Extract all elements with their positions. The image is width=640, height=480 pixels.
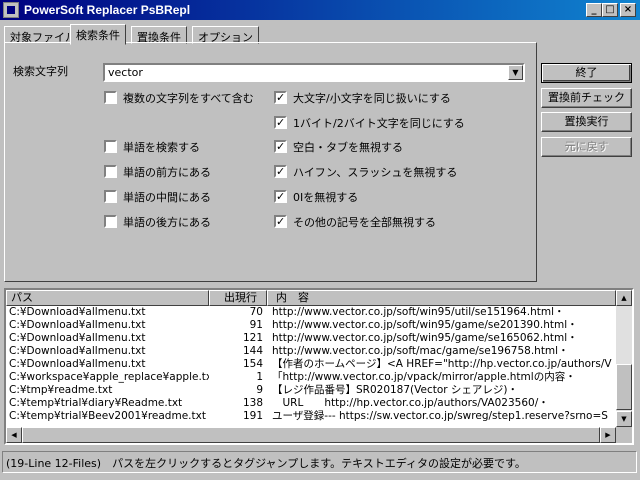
app-icon[interactable] bbox=[3, 2, 19, 18]
results-list[interactable]: パス 出現行 内 容 C:¥Download¥allmenu.txt 70 ht… bbox=[4, 288, 634, 445]
row-line: 9 bbox=[256, 384, 263, 396]
table-row[interactable]: C:¥tmp¥readme.txt 9 【レジ作品番号】SR020187(Vec… bbox=[6, 384, 616, 397]
row-content: http://www.vector.co.jp/soft/mac/game/se… bbox=[272, 345, 569, 357]
row-path[interactable]: C:¥temp¥trial¥diary¥Readme.txt bbox=[9, 397, 209, 410]
row-content: URL http://hp.vector.co.jp/authors/VA023… bbox=[272, 397, 549, 409]
search-string-value: vector bbox=[108, 66, 143, 79]
search-string-combobox[interactable]: vector ▼ bbox=[103, 63, 525, 82]
row-line: 144 bbox=[242, 345, 263, 357]
search-string-label: 検索文字列 bbox=[13, 65, 68, 78]
pre-replace-check-button[interactable]: 置換前チェック bbox=[541, 88, 632, 108]
row-path[interactable]: C:¥Download¥allmenu.txt bbox=[9, 358, 209, 371]
checkbox-label: 空白・タブを無視する bbox=[293, 141, 403, 154]
scroll-right-icon[interactable]: ▶ bbox=[600, 427, 616, 443]
row-line: 121 bbox=[242, 332, 263, 344]
scroll-up-icon[interactable]: ▲ bbox=[616, 290, 632, 306]
row-line: 138 bbox=[242, 397, 263, 409]
row-path[interactable]: C:¥temp¥trial¥Beev2001¥readme.txt bbox=[9, 410, 209, 423]
checkbox-label: 0Iを無視する bbox=[293, 191, 359, 204]
status-bar: (19-Line 12-Files) パスを左クリックするとタグジャンプします。… bbox=[2, 451, 637, 473]
undo-button[interactable]: 元に戻す bbox=[541, 137, 632, 157]
row-path[interactable]: C:¥workspace¥apple_replace¥apple.txt bbox=[9, 371, 209, 384]
scroll-left-icon[interactable]: ◀ bbox=[6, 427, 22, 443]
table-row[interactable]: C:¥Download¥allmenu.txt 70 http://www.ve… bbox=[6, 306, 616, 319]
row-line: 70 bbox=[249, 306, 263, 318]
column-header-path[interactable]: パス bbox=[6, 290, 209, 306]
row-path[interactable]: C:¥tmp¥readme.txt bbox=[9, 384, 209, 397]
checkbox-box[interactable]: ✓ bbox=[274, 91, 287, 104]
row-content: http://www.vector.co.jp/soft/win95/game/… bbox=[272, 319, 578, 331]
row-content: http://www.vector.co.jp/soft/win95/util/… bbox=[272, 306, 565, 318]
row-content: 「http://www.vector.co.jp/vpack/mirror/ap… bbox=[272, 371, 576, 383]
row-content: 【作者のホームページ】<A HREF="http://hp.vector.co.… bbox=[272, 358, 612, 370]
table-row[interactable]: C:¥Download¥allmenu.txt 154 【作者のホームページ】<… bbox=[6, 358, 616, 371]
row-line: 154 bbox=[242, 358, 263, 370]
table-row[interactable]: C:¥temp¥trial¥Beev2001¥readme.txt 191 ユー… bbox=[6, 410, 616, 423]
row-line: 1 bbox=[256, 371, 263, 383]
table-row[interactable]: C:¥Download¥allmenu.txt 121 http://www.v… bbox=[6, 332, 616, 345]
row-line: 91 bbox=[249, 319, 263, 331]
vertical-scrollbar[interactable]: ▲ ▼ bbox=[616, 290, 632, 427]
checkbox-label: 複数の文字列をすべて含む bbox=[123, 92, 254, 105]
maximize-button[interactable]: □ bbox=[602, 3, 618, 17]
checkbox-box[interactable] bbox=[104, 165, 117, 178]
row-path[interactable]: C:¥Download¥allmenu.txt bbox=[9, 332, 209, 345]
checkbox-label: その他の記号を全部無視する bbox=[293, 216, 436, 229]
table-row[interactable]: C:¥workspace¥apple_replace¥apple.txt 1 「… bbox=[6, 371, 616, 384]
checkbox-box[interactable]: ✓ bbox=[274, 116, 287, 129]
table-row[interactable]: C:¥temp¥trial¥diary¥Readme.txt 138 URL h… bbox=[6, 397, 616, 410]
checkbox-label: 単語を検索する bbox=[123, 141, 200, 154]
checkbox-label: 単語の中間にある bbox=[123, 191, 211, 204]
checkbox-label: 1バイト/2バイト文字を同じにする bbox=[293, 117, 465, 130]
window-title: PowerSoft Replacer PsBRepl bbox=[24, 3, 191, 17]
title-bar[interactable]: PowerSoft Replacer PsBRepl _ □ × bbox=[0, 0, 640, 20]
column-header-line[interactable]: 出現行 bbox=[209, 290, 267, 306]
execute-replace-button[interactable]: 置換実行 bbox=[541, 112, 632, 132]
horizontal-scrollbar[interactable]: ◀ ▶ bbox=[6, 427, 616, 443]
row-path[interactable]: C:¥Download¥allmenu.txt bbox=[9, 319, 209, 332]
checkbox-box[interactable] bbox=[104, 140, 117, 153]
row-line: 191 bbox=[242, 410, 263, 422]
checkbox-box[interactable]: ✓ bbox=[274, 140, 287, 153]
checkbox-box[interactable] bbox=[104, 215, 117, 228]
checkbox-box[interactable]: ✓ bbox=[274, 190, 287, 203]
close-window-button[interactable]: × bbox=[620, 3, 636, 17]
horizontal-scroll-thumb[interactable] bbox=[22, 427, 600, 443]
checkbox-label: 単語の後方にある bbox=[123, 216, 211, 229]
checkbox-box[interactable]: ✓ bbox=[274, 165, 287, 178]
checkbox-box[interactable]: ✓ bbox=[274, 215, 287, 228]
dropdown-arrow-icon[interactable]: ▼ bbox=[508, 65, 523, 80]
checkbox-label: ハイフン、スラッシュを無視する bbox=[293, 166, 458, 179]
row-content: ユーザ登録--- https://sw.vector.co.jp/swreg/s… bbox=[272, 410, 608, 422]
row-path[interactable]: C:¥Download¥allmenu.txt bbox=[9, 306, 209, 319]
checkbox-label: 単語の前方にある bbox=[123, 166, 211, 179]
row-content: http://www.vector.co.jp/soft/win95/game/… bbox=[272, 332, 578, 344]
checkbox-label: 大文字/小文字を同じ扱いにする bbox=[293, 92, 451, 105]
minimize-button[interactable]: _ bbox=[586, 3, 602, 17]
tab-search-conditions[interactable]: 検索条件 bbox=[70, 24, 126, 45]
checkbox-box[interactable] bbox=[104, 190, 117, 203]
scroll-down-icon[interactable]: ▼ bbox=[616, 411, 632, 427]
column-header-content[interactable]: 内 容 bbox=[267, 290, 616, 306]
table-row[interactable]: C:¥Download¥allmenu.txt 144 http://www.v… bbox=[6, 345, 616, 358]
checkbox-box[interactable] bbox=[104, 91, 117, 104]
exit-button[interactable]: 終了 bbox=[541, 63, 632, 83]
vertical-scroll-thumb[interactable] bbox=[616, 364, 632, 410]
row-path[interactable]: C:¥Download¥allmenu.txt bbox=[9, 345, 209, 358]
scrollbar-corner bbox=[616, 427, 632, 443]
table-row[interactable]: C:¥Download¥allmenu.txt 91 http://www.ve… bbox=[6, 319, 616, 332]
row-content: 【レジ作品番号】SR020187(Vector シェアレジ)・ bbox=[272, 384, 519, 396]
